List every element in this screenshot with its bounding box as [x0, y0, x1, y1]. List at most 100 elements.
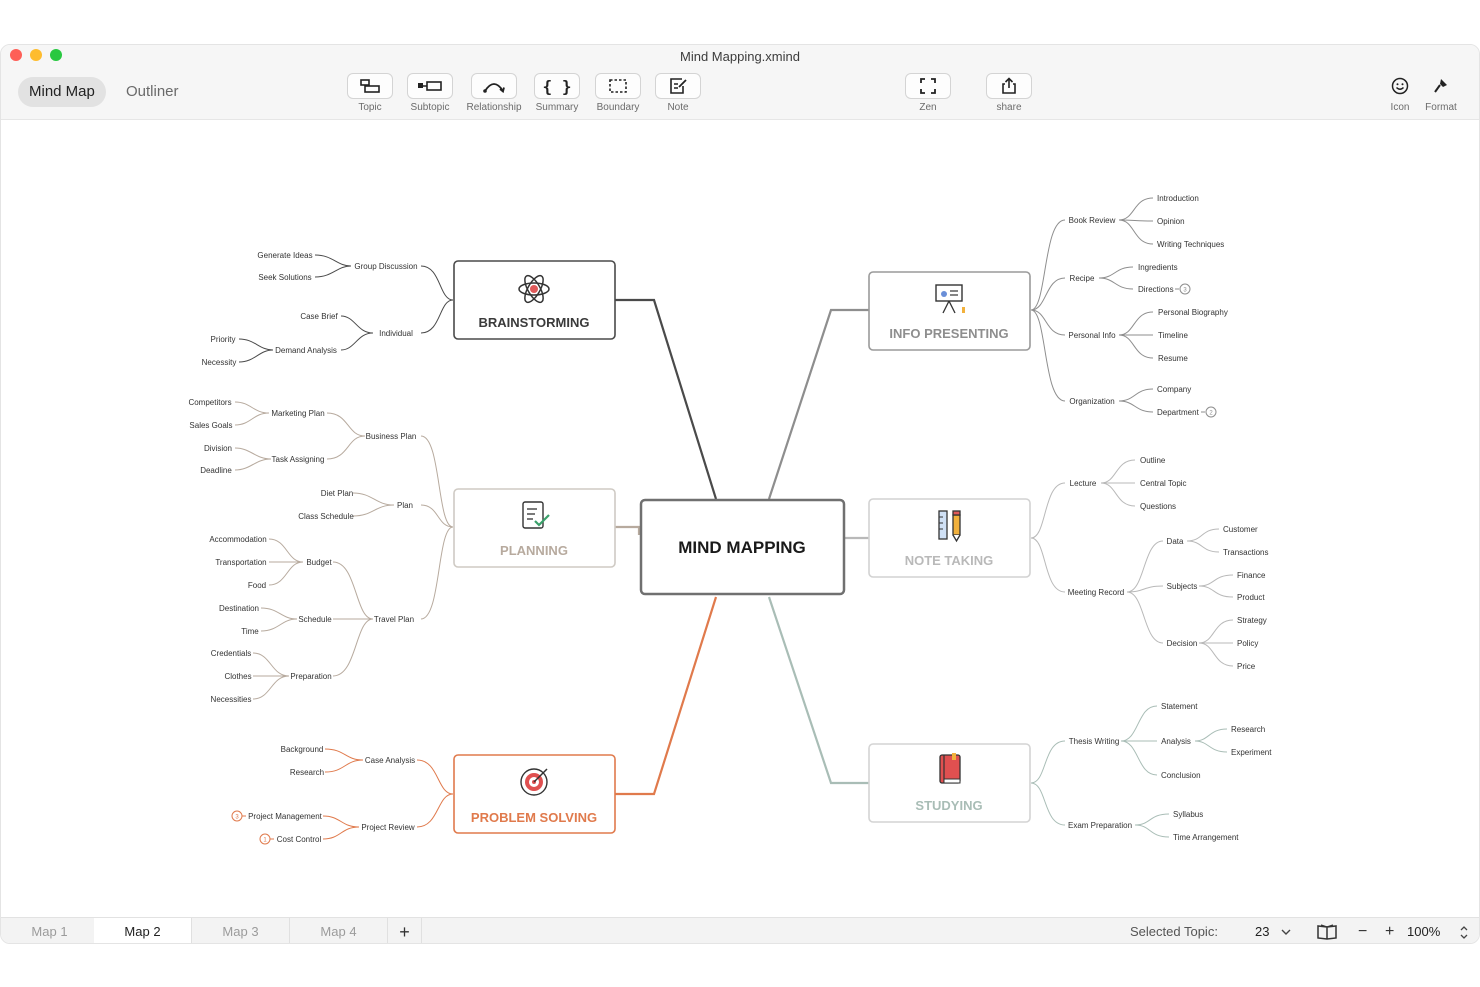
subtopic-travel-plan[interactable]: Travel Plan [374, 615, 414, 624]
collapse-badge-cost-control[interactable]: 1 [259, 833, 274, 845]
subtopic-book-review[interactable]: Book Review [1069, 216, 1116, 225]
subtopic-destination[interactable]: Destination [219, 604, 259, 613]
subtopic-project-management[interactable]: Project Management [248, 812, 323, 821]
subtopic-transactions[interactable]: Transactions [1223, 548, 1269, 557]
subtopic-seek-solutions[interactable]: Seek Solutions [258, 273, 311, 282]
map-tab-1[interactable]: Map 1 [1, 918, 99, 943]
subtopic-budget[interactable]: Budget [306, 558, 332, 567]
subtopic-generate-ideas[interactable]: Generate Ideas [257, 251, 312, 260]
subtopic-lecture[interactable]: Lecture [1070, 479, 1097, 488]
info-presenting-topic[interactable]: INFO PRESENTING [868, 271, 1031, 351]
subtopic-demand-analysis[interactable]: Demand Analysis [275, 346, 337, 355]
subtopic-subjects[interactable]: Subjects [1167, 582, 1198, 591]
subtopic-central-topic[interactable]: Central Topic [1140, 479, 1187, 488]
subtopic-ingredients[interactable]: Ingredients [1138, 263, 1178, 272]
map-tab-4[interactable]: Map 4 [290, 918, 388, 943]
outliner-view-button[interactable]: Outliner [115, 77, 190, 107]
subtopic-questions[interactable]: Questions [1140, 502, 1176, 511]
subtopic-personal-info[interactable]: Personal Info [1068, 331, 1116, 340]
map-view-button[interactable] [1316, 918, 1338, 943]
subtopic-time[interactable]: Time [241, 627, 259, 636]
subtopic-syllabus[interactable]: Syllabus [1173, 810, 1203, 819]
brainstorming-topic[interactable]: BRAINSTORMING [453, 260, 616, 340]
problem-solving-topic[interactable]: PROBLEM SOLVING [453, 754, 616, 834]
subtopic-preparation[interactable]: Preparation [290, 672, 331, 681]
note-taking-topic[interactable]: NOTE TAKING [868, 498, 1031, 578]
map-tab-2[interactable]: Map 2 [94, 918, 192, 943]
subtopic-necessities[interactable]: Necessities [211, 695, 252, 704]
subtopic-recipe[interactable]: Recipe [1070, 274, 1095, 283]
mind-map-canvas[interactable]: MIND MAPPING BRAINSTORMING PLANNING PROB… [1, 120, 1479, 917]
subtopic-customer[interactable]: Customer [1223, 525, 1258, 534]
zoom-out-button[interactable]: − [1358, 918, 1367, 943]
subtopic-department[interactable]: Department [1157, 408, 1200, 417]
subtopic-outline[interactable]: Outline [1140, 456, 1166, 465]
subtopic-company[interactable]: Company [1157, 385, 1191, 394]
subtopic-research-studying[interactable]: Research [1231, 725, 1265, 734]
collapse-badge-project-management[interactable]: 3 [231, 810, 246, 822]
subtopic-plan[interactable]: Plan [397, 501, 413, 510]
map-tab-3[interactable]: Map 3 [192, 918, 290, 943]
subtopic-finance[interactable]: Finance [1237, 571, 1266, 580]
subtopic-individual[interactable]: Individual [379, 329, 413, 338]
subtopic-product[interactable]: Product [1237, 593, 1265, 602]
subtopic-sales-goals[interactable]: Sales Goals [189, 421, 232, 430]
subtopic-necessity[interactable]: Necessity [202, 358, 237, 367]
subtopic-strategy[interactable]: Strategy [1237, 616, 1267, 625]
subtopic-button[interactable]: Subtopic [400, 73, 460, 113]
icon-panel-button[interactable]: Icon [1378, 73, 1422, 113]
subtopic-business-plan[interactable]: Business Plan [366, 432, 417, 441]
subtopic-exam-preparation[interactable]: Exam Preparation [1068, 821, 1132, 830]
subtopic-personal-biography[interactable]: Personal Biography [1158, 308, 1228, 317]
studying-topic[interactable]: STUDYING [868, 743, 1031, 823]
subtopic-introduction[interactable]: Introduction [1157, 194, 1199, 203]
subtopic-case-analysis[interactable]: Case Analysis [365, 756, 415, 765]
subtopic-decision[interactable]: Decision [1167, 639, 1198, 648]
subtopic-opinion[interactable]: Opinion [1157, 217, 1185, 226]
subtopic-directions[interactable]: Directions [1138, 285, 1174, 294]
subtopic-transportation[interactable]: Transportation [215, 558, 266, 567]
subtopic-timeline[interactable]: Timeline [1158, 331, 1188, 340]
selected-topic-dropdown[interactable] [1281, 918, 1291, 943]
subtopic-cost-control[interactable]: Cost Control [277, 835, 322, 844]
share-button[interactable]: share [979, 73, 1039, 113]
boundary-button[interactable]: Boundary [588, 73, 648, 113]
zoom-stepper[interactable] [1459, 918, 1469, 943]
subtopic-experiment[interactable]: Experiment [1231, 748, 1272, 757]
subtopic-deadline[interactable]: Deadline [200, 466, 232, 475]
subtopic-organization[interactable]: Organization [1069, 397, 1114, 406]
topic-button[interactable]: Topic [340, 73, 400, 113]
subtopic-clothes[interactable]: Clothes [224, 672, 251, 681]
subtopic-project-review[interactable]: Project Review [361, 823, 415, 832]
subtopic-thesis-writing[interactable]: Thesis Writing [1069, 737, 1120, 746]
subtopic-food[interactable]: Food [248, 581, 266, 590]
planning-topic[interactable]: PLANNING [453, 488, 616, 568]
subtopic-schedule[interactable]: Schedule [298, 615, 332, 624]
subtopic-accommodation[interactable]: Accommodation [209, 535, 266, 544]
collapse-badge-directions[interactable]: 3 [1175, 283, 1191, 295]
subtopic-diet-plan[interactable]: Diet Plan [321, 489, 353, 498]
subtopic-division[interactable]: Division [204, 444, 232, 453]
subtopic-marketing-plan[interactable]: Marketing Plan [271, 409, 324, 418]
subtopic-statement[interactable]: Statement [1161, 702, 1198, 711]
subtopic-class-schedule[interactable]: Class Schedule [298, 512, 354, 521]
subtopic-time-arrangement[interactable]: Time Arrangement [1173, 833, 1239, 842]
subtopic-price[interactable]: Price [1237, 662, 1256, 671]
subtopic-analysis[interactable]: Analysis [1161, 737, 1191, 746]
subtopic-case-brief[interactable]: Case Brief [300, 312, 338, 321]
subtopic-credentials[interactable]: Credentials [211, 649, 251, 658]
subtopic-writing-techniques[interactable]: Writing Techniques [1157, 240, 1224, 249]
add-map-button[interactable]: + [388, 918, 422, 943]
zoom-in-button[interactable]: + [1385, 918, 1394, 943]
zen-button[interactable]: Zen [898, 73, 958, 113]
mind-map-view-button[interactable]: Mind Map [18, 77, 106, 107]
summary-button[interactable]: { } Summary [527, 73, 587, 113]
subtopic-policy[interactable]: Policy [1237, 639, 1258, 648]
note-button[interactable]: Note [648, 73, 708, 113]
relationship-button[interactable]: Relationship [464, 73, 524, 113]
subtopic-priority[interactable]: Priority [211, 335, 236, 344]
subtopic-conclusion[interactable]: Conclusion [1161, 771, 1201, 780]
subtopic-research[interactable]: Research [290, 768, 324, 777]
subtopic-resume[interactable]: Resume [1158, 354, 1188, 363]
subtopic-data[interactable]: Data [1167, 537, 1184, 546]
